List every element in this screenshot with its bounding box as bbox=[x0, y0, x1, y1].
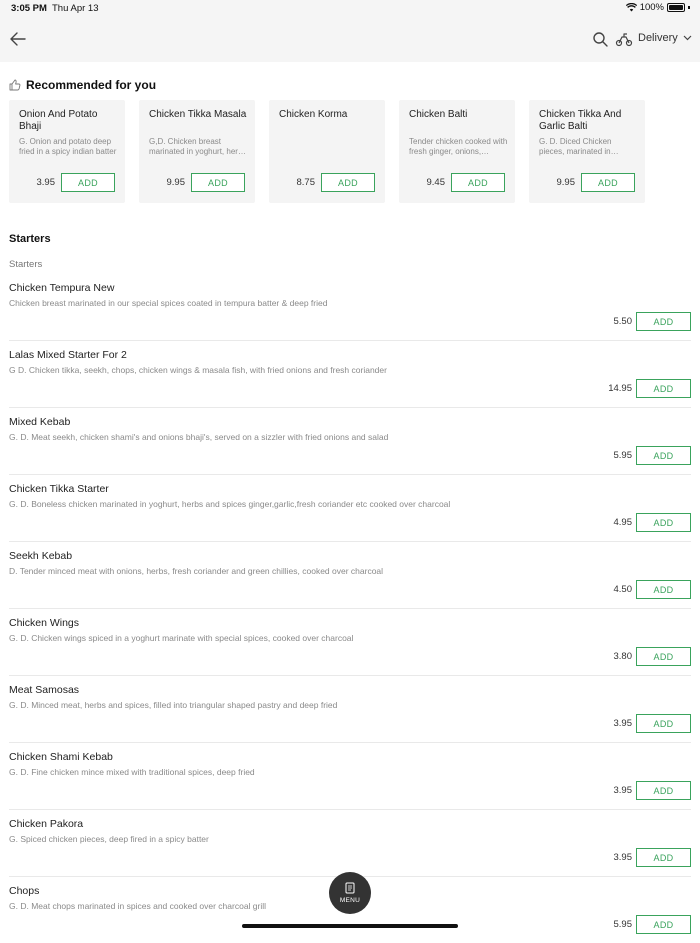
recommended-card[interactable]: Chicken Balti Tender chicken cooked with… bbox=[399, 100, 515, 203]
status-time: 3:05 PM bbox=[11, 3, 47, 14]
recommended-item-desc: G. Onion and potato deep fried in a spic… bbox=[19, 137, 117, 156]
back-arrow-icon[interactable] bbox=[8, 29, 28, 49]
recommended-item-name: Chicken Tikka Masala bbox=[149, 109, 247, 120]
menu-book-icon bbox=[345, 882, 355, 894]
menu-item-price: 3.95 bbox=[613, 718, 633, 729]
delivery-label: Delivery bbox=[638, 32, 678, 44]
recommended-item-price: 9.95 bbox=[166, 177, 186, 188]
menu-item-price: 5.95 bbox=[613, 919, 633, 930]
add-button[interactable]: ADD bbox=[581, 173, 635, 192]
add-button[interactable]: ADD bbox=[636, 446, 691, 465]
section-title: Starters bbox=[9, 233, 51, 245]
recommended-item-price: 9.95 bbox=[556, 177, 576, 188]
add-button[interactable]: ADD bbox=[451, 173, 505, 192]
menu-item-desc: Chicken breast marinated in our special … bbox=[9, 298, 328, 308]
menu-item-name: Seekh Kebab bbox=[9, 550, 73, 562]
add-button[interactable]: ADD bbox=[636, 781, 691, 800]
menu-item-price: 5.50 bbox=[613, 316, 633, 327]
recommended-item-price: 3.95 bbox=[36, 177, 56, 188]
recommended-item-name: Chicken Tikka And Garlic Balti bbox=[539, 109, 622, 132]
menu-item-name: Chops bbox=[9, 885, 40, 897]
menu-item-name: Meat Samosas bbox=[9, 684, 80, 696]
thumbs-up-icon bbox=[9, 79, 21, 91]
delivery-selector[interactable]: Delivery bbox=[638, 32, 692, 44]
add-button[interactable]: ADD bbox=[636, 647, 691, 666]
scooter-icon[interactable] bbox=[615, 30, 633, 48]
recommended-item-desc: G. D. Diced Chicken pieces, marinated in… bbox=[539, 137, 612, 156]
menu-item-desc: G. Spiced chicken pieces, deep fired in … bbox=[9, 834, 209, 844]
menu-item-name: Lalas Mixed Starter For 2 bbox=[9, 349, 127, 361]
menu-item-name: Chicken Pakora bbox=[9, 818, 84, 830]
add-button[interactable]: ADD bbox=[636, 312, 691, 331]
menu-item-price: 5.95 bbox=[613, 450, 633, 461]
menu-item[interactable]: Chicken Tempura New Chicken breast marin… bbox=[9, 274, 691, 341]
menu-item[interactable]: Chicken Tikka Starter G. D. Boneless chi… bbox=[9, 475, 691, 542]
recommended-item-name: Onion And Potato Bhaji bbox=[19, 109, 98, 132]
battery-tip bbox=[688, 6, 690, 9]
menu-item-name: Chicken Tikka Starter bbox=[9, 483, 109, 495]
menu-button[interactable]: MENU bbox=[329, 872, 371, 914]
menu-item-desc: G. D. Fine chicken mince mixed with trad… bbox=[9, 767, 255, 777]
menu-item-price: 3.95 bbox=[613, 785, 633, 796]
recommended-item-price: 9.45 bbox=[426, 177, 446, 188]
menu-item-price: 4.95 bbox=[613, 517, 633, 528]
add-button[interactable]: ADD bbox=[636, 513, 691, 532]
add-button[interactable]: ADD bbox=[636, 915, 691, 934]
add-button[interactable]: ADD bbox=[321, 173, 375, 192]
menu-item[interactable]: Lalas Mixed Starter For 2 G D. Chicken t… bbox=[9, 341, 691, 408]
menu-item-name: Mixed Kebab bbox=[9, 416, 71, 428]
search-icon[interactable] bbox=[592, 31, 609, 48]
top-bar: Delivery bbox=[0, 17, 700, 62]
add-button[interactable]: ADD bbox=[636, 848, 691, 867]
battery-percent: 100% bbox=[639, 2, 664, 13]
menu-item[interactable]: Chicken Shami Kebab G. D. Fine chicken m… bbox=[9, 743, 691, 810]
status-date: Thu Apr 13 bbox=[52, 3, 99, 14]
recommended-card[interactable]: Onion And Potato Bhaji G. Onion and pota… bbox=[9, 100, 125, 203]
menu-item[interactable]: Seekh Kebab D. Tender minced meat with o… bbox=[9, 542, 691, 609]
home-indicator[interactable] bbox=[242, 924, 458, 928]
menu-item-desc: G. D. Chicken wings spiced in a yoghurt … bbox=[9, 633, 354, 643]
wifi-icon bbox=[625, 3, 637, 12]
recommended-list: Onion And Potato Bhaji G. Onion and pota… bbox=[9, 100, 645, 203]
menu-button-label: MENU bbox=[339, 897, 361, 904]
recommended-card[interactable]: Chicken Korma 8.75 ADD bbox=[269, 100, 385, 203]
menu-item-desc: G. D. Boneless chicken marinated in yogh… bbox=[9, 499, 451, 509]
recommended-heading: Recommended for you bbox=[9, 78, 156, 92]
status-indicators: 100% bbox=[625, 2, 690, 13]
recommended-card[interactable]: Chicken Tikka And Garlic Balti G. D. Dic… bbox=[529, 100, 645, 203]
menu-item-price: 4.50 bbox=[613, 584, 633, 595]
recommended-card[interactable]: Chicken Tikka Masala G,D. Chicken breast… bbox=[139, 100, 255, 203]
recommended-item-desc: G,D. Chicken breast marinated in yoghurt… bbox=[149, 137, 247, 156]
add-button[interactable]: ADD bbox=[61, 173, 115, 192]
menu-item-desc: G. D. Meat seekh, chicken shami's and on… bbox=[9, 432, 389, 442]
recommended-title: Recommended for you bbox=[26, 78, 157, 92]
menu-item-desc: D. Tender minced meat with onions, herbs… bbox=[9, 566, 384, 576]
menu-item-list: Chicken Tempura New Chicken breast marin… bbox=[0, 274, 700, 943]
menu-item[interactable]: Chicken Wings G. D. Chicken wings spiced… bbox=[9, 609, 691, 676]
menu-item-name: Chicken Wings bbox=[9, 617, 80, 629]
add-button[interactable]: ADD bbox=[636, 714, 691, 733]
recommended-item-desc: Tender chicken cooked with fresh ginger,… bbox=[409, 137, 508, 156]
menu-item-price: 3.80 bbox=[613, 651, 633, 662]
menu-item-name: Chicken Shami Kebab bbox=[9, 751, 113, 763]
menu-item-price: 14.95 bbox=[608, 383, 632, 394]
menu-item-price: 3.95 bbox=[613, 852, 633, 863]
add-button[interactable]: ADD bbox=[191, 173, 245, 192]
menu-item[interactable]: Meat Samosas G. D. Minced meat, herbs an… bbox=[9, 676, 691, 743]
menu-item[interactable]: Chicken Pakora G. Spiced chicken pieces,… bbox=[9, 810, 691, 877]
menu-item-desc: G. D. Meat chops marinated in spices and… bbox=[9, 901, 267, 911]
menu-item-name: Chicken Tempura New bbox=[9, 282, 115, 294]
menu-item-desc: G. D. Minced meat, herbs and spices, fil… bbox=[9, 700, 338, 710]
add-button[interactable]: ADD bbox=[636, 379, 691, 398]
menu-item-desc: G D. Chicken tikka, seekh, chops, chicke… bbox=[9, 365, 387, 375]
add-button[interactable]: ADD bbox=[636, 580, 691, 599]
section-subtitle: Starters bbox=[9, 259, 43, 270]
recommended-item-price: 8.75 bbox=[296, 177, 316, 188]
chevron-down-icon bbox=[683, 35, 692, 41]
battery-icon bbox=[667, 3, 685, 12]
recommended-item-name: Chicken Balti bbox=[409, 109, 468, 120]
status-bar: 3:05 PM Thu Apr 13 100% bbox=[0, 0, 700, 17]
recommended-item-name: Chicken Korma bbox=[279, 109, 348, 120]
menu-item[interactable]: Mixed Kebab G. D. Meat seekh, chicken sh… bbox=[9, 408, 691, 475]
